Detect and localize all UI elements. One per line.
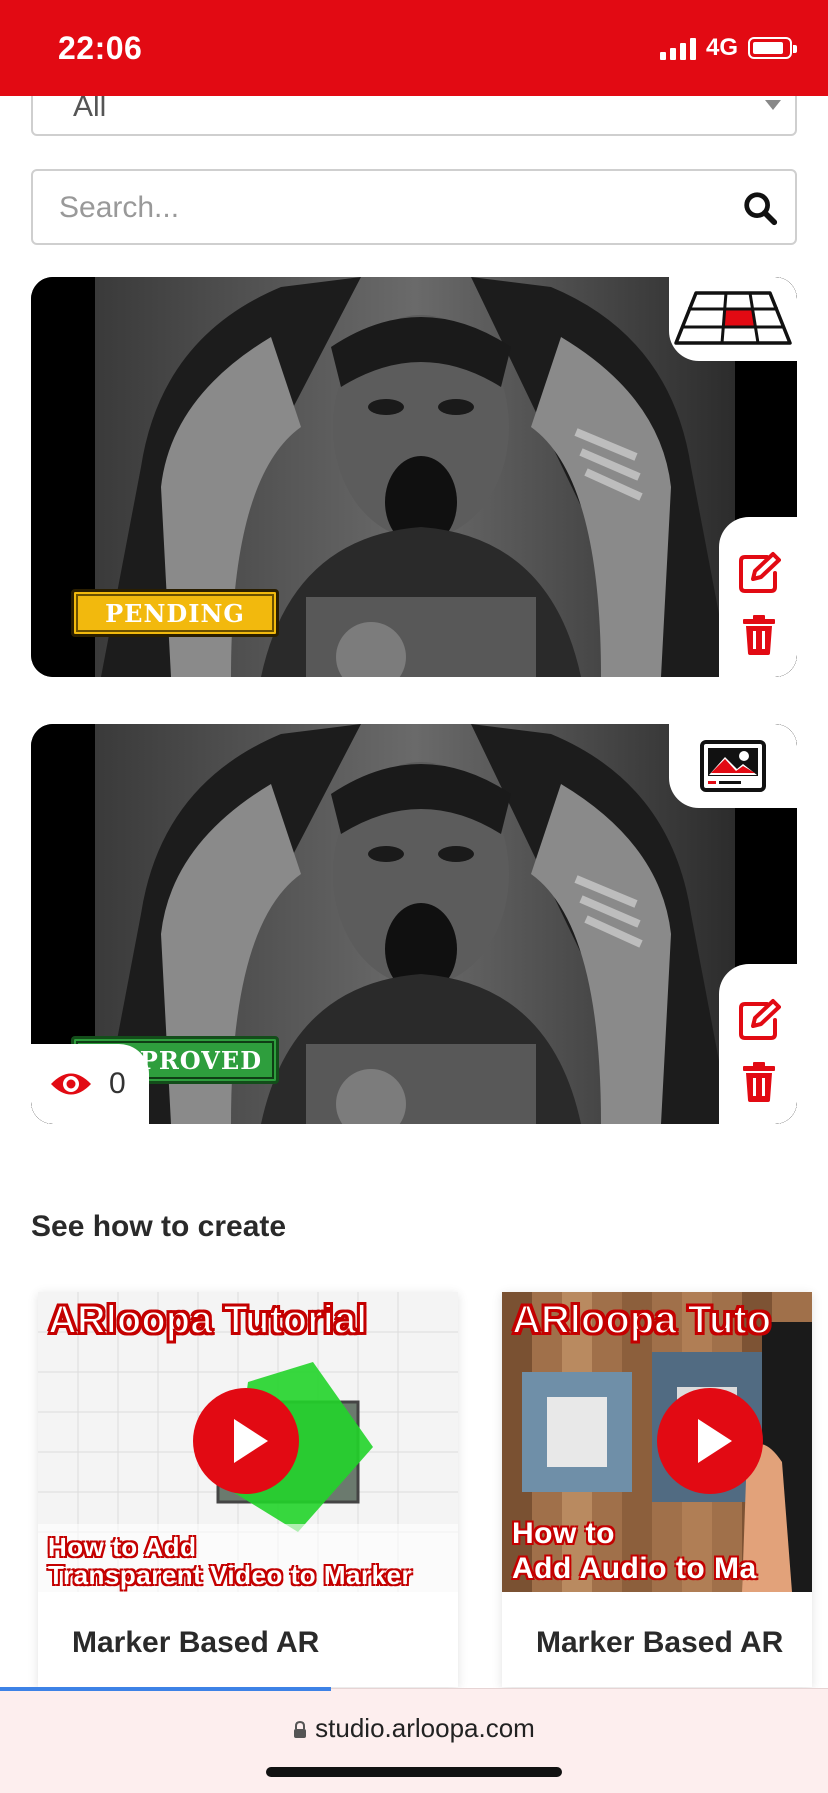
url-text: studio.arloopa.com (315, 1713, 535, 1743)
tutorial-card[interactable]: ARloopa Tutorial How to Add Transparent … (38, 1292, 458, 1687)
network-type: 4G (705, 34, 738, 61)
search-icon[interactable] (741, 189, 779, 227)
project-type-badge[interactable] (669, 724, 797, 808)
trash-icon[interactable] (737, 613, 781, 657)
battery-icon (748, 37, 797, 59)
tutorial-thumb-line2: Add Audio to Ma (512, 1552, 757, 1585)
signal-icon (659, 36, 696, 60)
status-badge: PENDING (71, 589, 279, 637)
browser-bar: studio.arloopa.com (0, 1687, 828, 1793)
play-icon[interactable] (657, 1388, 763, 1494)
tutorial-card[interactable]: ARloopa Tuto How to Add Audio to Ma Mark… (502, 1292, 812, 1687)
lock-icon (294, 1721, 307, 1738)
tutorial-thumb-line2: Transparent Video to Marker (48, 1560, 413, 1590)
section-title: See how to create (31, 1210, 287, 1243)
project-type-badge[interactable] (669, 277, 797, 361)
edit-icon[interactable] (737, 551, 781, 595)
project-card[interactable]: PENDING (31, 277, 797, 677)
status-bar: 22:06 4G (0, 0, 828, 96)
status-time: 22:06 (58, 30, 143, 66)
home-indicator[interactable] (266, 1767, 562, 1777)
tutorial-thumbnail: ARloopa Tuto How to Add Audio to Ma (502, 1292, 812, 1592)
views-count: 0 (109, 1067, 126, 1100)
tutorial-thumb-line1: How to (512, 1517, 615, 1550)
tutorial-thumbnail: ARloopa Tutorial How to Add Transparent … (38, 1292, 458, 1592)
tutorial-thumb-title: ARloopa Tuto (511, 1297, 772, 1343)
image-marker-icon (700, 740, 766, 792)
eye-icon (51, 1073, 91, 1095)
tutorial-label: Marker Based AR (536, 1626, 784, 1659)
edit-icon[interactable] (737, 998, 781, 1042)
play-icon[interactable] (193, 1388, 299, 1494)
search-input[interactable] (57, 185, 701, 231)
status-indicators: 4G (659, 34, 797, 62)
tutorial-thumb-line1: How to Add (48, 1532, 197, 1562)
address-bar[interactable]: studio.arloopa.com (0, 1713, 828, 1744)
chevron-down-icon (765, 100, 781, 110)
card-actions (719, 517, 797, 677)
project-card[interactable]: PROVED 0 (31, 724, 797, 1124)
views-counter: 0 (31, 1044, 149, 1124)
tutorial-label: Marker Based AR (72, 1626, 320, 1659)
search-box (31, 169, 797, 245)
floor-plane-icon (674, 291, 792, 345)
page-load-progress (0, 1687, 332, 1691)
trash-icon[interactable] (737, 1060, 781, 1104)
card-actions (719, 964, 797, 1124)
tutorial-thumb-title: ARloopa Tutorial (47, 1297, 368, 1343)
